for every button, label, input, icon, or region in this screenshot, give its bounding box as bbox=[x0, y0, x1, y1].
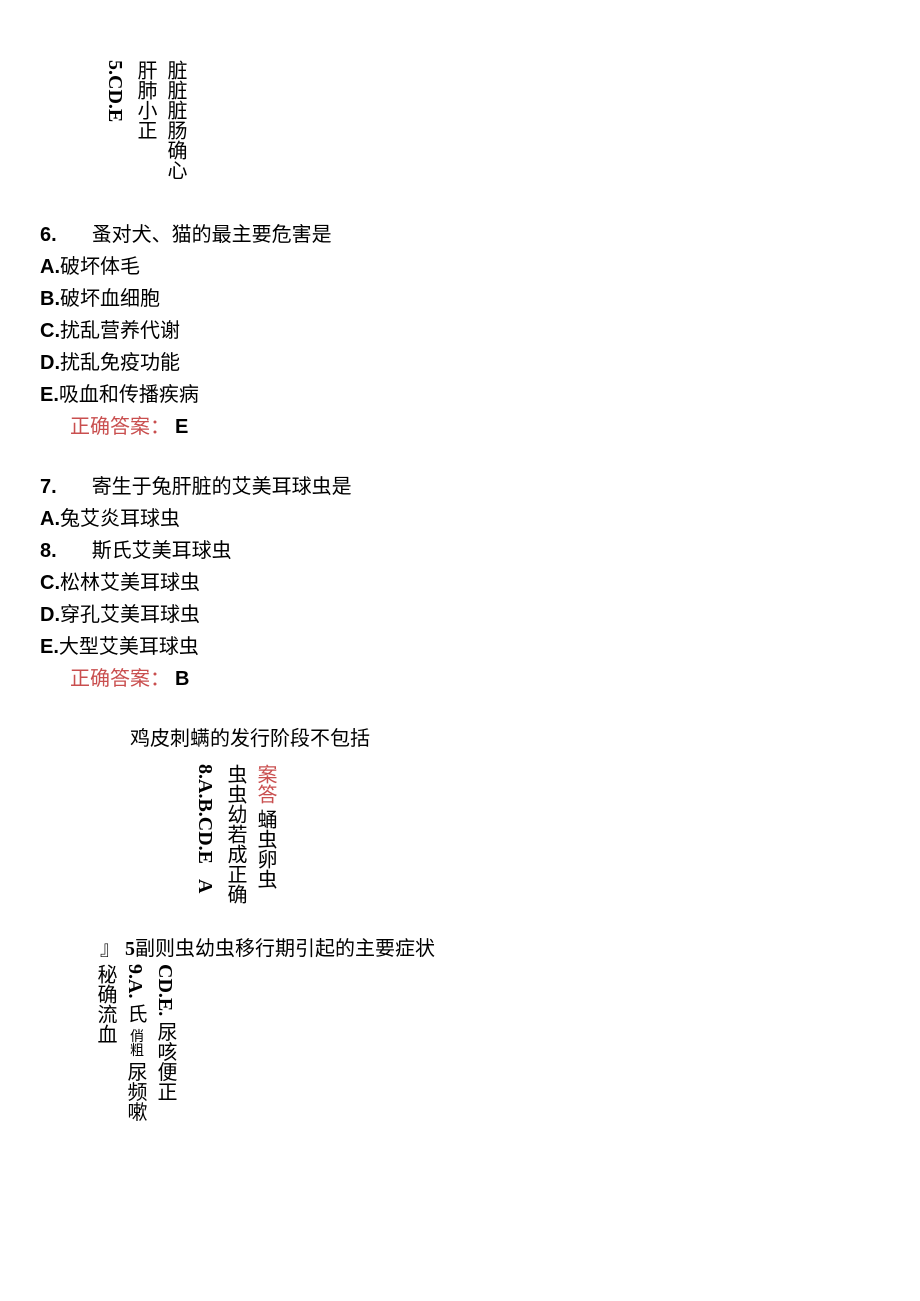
q6-option-d: D.扰乱免疫功能 bbox=[40, 348, 880, 378]
block1-vertical: 脏脏脏肠确心肝肺小正 5.CD.E bbox=[100, 60, 190, 180]
q6-opt-c-text: 扰乱营养代谢 bbox=[60, 320, 180, 342]
q6-opt-d-text: 扰乱免疫功能 bbox=[60, 352, 180, 374]
q6-opt-e-text: 吸血和传播疾病 bbox=[59, 384, 199, 406]
q7-number: 7. bbox=[40, 476, 57, 498]
q6-text: 蚤对犬、猫的最主要危害是 bbox=[92, 224, 332, 246]
option-label-b: B. bbox=[40, 288, 60, 310]
q7-line8-text: 斯氏艾美耳球虫 bbox=[92, 540, 232, 562]
option-label-c: C. bbox=[40, 320, 60, 342]
q6-option-b: B.破坏血细胞 bbox=[40, 284, 880, 314]
q7-option-a: A.兔艾炎耳球虫 bbox=[40, 504, 880, 534]
q9-small-text: 俏粗 bbox=[128, 1028, 143, 1056]
q7-line8-number: 8. bbox=[40, 540, 57, 562]
q6-option-c: C.扰乱营养代谢 bbox=[40, 316, 880, 346]
q6-stem: 6. 蚤对犬、猫的最主要危害是 bbox=[40, 220, 880, 250]
q6-number: 6. bbox=[40, 224, 57, 246]
q7-answer-label: 正确答案： bbox=[70, 668, 170, 690]
q7-text: 寄生于兔肝脏的艾美耳球虫是 bbox=[92, 476, 352, 498]
block1-text: 脏脏脏肠确心肝肺小正 bbox=[134, 60, 186, 180]
option-label-c: C. bbox=[40, 572, 60, 594]
q9-vertical-text2: 氏 bbox=[124, 1003, 146, 1023]
q7-option-e: E.大型艾美耳球虫 bbox=[40, 632, 880, 662]
q9-number: 5 bbox=[125, 934, 135, 964]
question-7: 7. 寄生于兔肝脏的艾美耳球虫是 A.兔艾炎耳球虫 8. 斯氏艾美耳球虫 C.松… bbox=[40, 472, 880, 694]
q9-vertical-num: 9.A. bbox=[124, 964, 146, 998]
q6-opt-a-text: 破坏体毛 bbox=[60, 256, 140, 278]
q9-vertical-text1: 尿咳便正 bbox=[154, 1021, 176, 1101]
q6-answer: E bbox=[175, 416, 188, 438]
q8-vertical: 案答 蛹虫卵虫虫虫幼若成正确 8.A.B.CD.E A bbox=[190, 764, 280, 904]
q7-answer-line: 正确答案： B bbox=[40, 664, 880, 694]
q7-line8: 8. 斯氏艾美耳球虫 bbox=[40, 536, 880, 566]
q6-option-e: E.吸血和传播疾病 bbox=[40, 380, 880, 410]
option-label-d: D. bbox=[40, 604, 60, 626]
q6-answer-label: 正确答案： bbox=[70, 416, 170, 438]
q6-option-a: A.破坏体毛 bbox=[40, 252, 880, 282]
q9-text: 副则虫幼虫移行期引起的主要症状 bbox=[135, 934, 435, 964]
option-label-e: E. bbox=[40, 384, 59, 406]
q7-opt-a-text: 兔艾炎耳球虫 bbox=[60, 508, 180, 530]
q9-vertical: CD.E. 尿咳便正 9.A. 氏 俏粗 尿频嗽秘确流血 bbox=[90, 964, 180, 1124]
option-label-a: A. bbox=[40, 508, 60, 530]
option-label-a: A. bbox=[40, 256, 60, 278]
q8-answer-letter: A bbox=[194, 879, 216, 893]
q7-answer: B bbox=[175, 668, 189, 690]
option-label-e: E. bbox=[40, 636, 59, 658]
q7-opt-e-text: 大型艾美耳球虫 bbox=[59, 636, 199, 658]
q9-vertical-labels: CD.E. bbox=[154, 964, 176, 1016]
q6-answer-line: 正确答案： E bbox=[40, 412, 880, 442]
q8-vertical-labels: 8.A.B.CD.E bbox=[194, 764, 216, 864]
q9-stem: 』 5 副则虫幼虫移行期引起的主要症状 bbox=[40, 934, 880, 964]
q8-answer-red: 案答 bbox=[254, 764, 276, 804]
option-label-d: D. bbox=[40, 352, 60, 374]
question-6: 6. 蚤对犬、猫的最主要危害是 A.破坏体毛 B.破坏血细胞 C.扰乱营养代谢 … bbox=[40, 220, 880, 442]
q6-opt-b-text: 破坏血细胞 bbox=[60, 288, 160, 310]
block1-label: 5.CD.E bbox=[104, 60, 126, 122]
q8-text: 鸡皮刺螨的发行阶段不包括 bbox=[130, 724, 880, 754]
q9-symbol: 』 bbox=[100, 934, 120, 964]
q7-opt-c-text: 松林艾美耳球虫 bbox=[60, 572, 200, 594]
q7-opt-d-text: 穿孔艾美耳球虫 bbox=[60, 604, 200, 626]
q7-stem: 7. 寄生于兔肝脏的艾美耳球虫是 bbox=[40, 472, 880, 502]
q7-option-c: C.松林艾美耳球虫 bbox=[40, 568, 880, 598]
q7-option-d: D.穿孔艾美耳球虫 bbox=[40, 600, 880, 630]
